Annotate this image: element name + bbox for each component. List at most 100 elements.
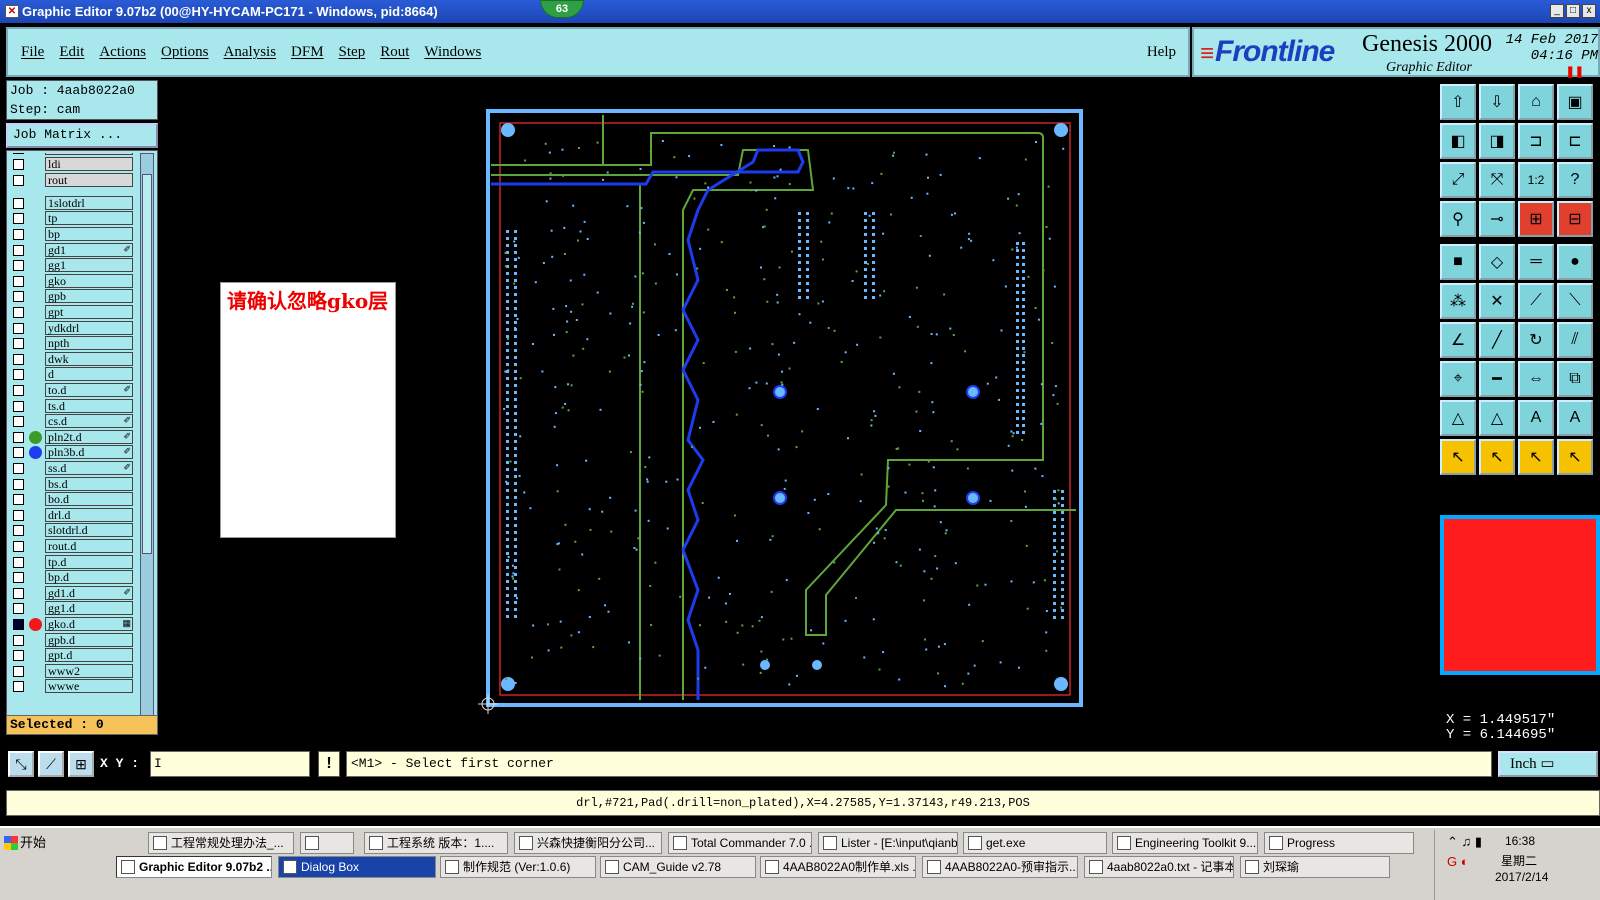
layer-row[interactable]: npth: [9, 336, 135, 351]
layer-row[interactable]: gko: [9, 273, 135, 289]
layer-row[interactable]: bo.d: [9, 492, 135, 507]
layer-checkbox[interactable]: [13, 260, 24, 272]
layer-name[interactable]: slotdrl.d: [45, 523, 133, 538]
menu-file[interactable]: File: [21, 44, 44, 61]
layer-checkbox[interactable]: [13, 322, 24, 334]
layer-checkbox[interactable]: [13, 665, 24, 677]
drag-icon[interactable]: ⌖: [1440, 361, 1476, 397]
layer-preview[interactable]: [1440, 515, 1600, 675]
layer-name[interactable]: rout: [45, 173, 133, 187]
layer-checkbox[interactable]: [13, 416, 24, 428]
layer-row[interactable]: gpb.d: [9, 632, 135, 648]
layer-row[interactable]: pln3b.d ✐: [9, 445, 135, 460]
layer-checkbox[interactable]: [13, 463, 24, 474]
layer-name[interactable]: bs.d: [45, 476, 133, 491]
layer-checkbox[interactable]: [13, 175, 24, 186]
layer-name[interactable]: pln3b.d: [45, 445, 133, 460]
layer-checkbox[interactable]: [13, 153, 24, 154]
layer-name[interactable]: gd1.d: [45, 585, 133, 600]
frame-icon[interactable]: ■: [1440, 244, 1476, 280]
layer-checkbox[interactable]: [13, 159, 24, 170]
net2-icon[interactable]: ⊟: [1557, 201, 1593, 237]
layer-row[interactable]: d: [9, 367, 135, 382]
layer-row[interactable]: ts.d: [9, 398, 135, 414]
layer-name[interactable]: drl: [45, 153, 133, 155]
layer-checkbox[interactable]: [13, 587, 24, 599]
layer-checkbox[interactable]: [13, 525, 24, 537]
menu-windows[interactable]: Windows: [424, 44, 481, 61]
home-icon[interactable]: ⌂: [1518, 84, 1554, 120]
pointer3-icon[interactable]: ↖: [1518, 439, 1554, 475]
taskbar-button[interactable]: 4AAB8022A0制作单.xls ...: [760, 856, 916, 878]
menu-actions[interactable]: Actions: [99, 44, 146, 61]
layer-name[interactable]: tp: [45, 211, 133, 226]
layer-name[interactable]: gpb.d: [45, 632, 133, 647]
taskbar-button[interactable]: Dialog Box: [278, 856, 436, 878]
rotate-icon[interactable]: ↻: [1518, 322, 1554, 358]
layer-row[interactable]: ss.d ✐: [9, 461, 135, 476]
layer-name[interactable]: ts.d: [45, 398, 133, 413]
layer-name[interactable]: bp.d: [45, 570, 133, 585]
ruler-icon[interactable]: ═: [1518, 244, 1554, 280]
layer-checkbox[interactable]: [13, 369, 24, 381]
layer-row[interactable]: gd1 ✐: [9, 242, 135, 258]
taskbar-button[interactable]: 4AAB8022A0-预审指示....: [922, 856, 1078, 878]
layer-row[interactable]: to.d ✐: [9, 383, 135, 398]
taskbar-button[interactable]: [300, 832, 354, 854]
layer-up-icon[interactable]: ⇧: [1440, 84, 1476, 120]
pause-icon[interactable]: ❚❚: [1566, 65, 1584, 78]
layer-name[interactable]: wwwe: [45, 679, 133, 694]
warning-button[interactable]: !: [318, 751, 340, 777]
menu-dfm[interactable]: DFM: [291, 44, 324, 61]
layer-checkbox[interactable]: [13, 213, 24, 225]
xy-input[interactable]: I: [150, 751, 310, 777]
taskbar-button[interactable]: Engineering Toolkit 9....: [1112, 832, 1258, 854]
layer-checkbox[interactable]: [13, 447, 24, 459]
layer-checkbox[interactable]: [13, 650, 24, 662]
align-icon[interactable]: ⇔: [1518, 361, 1554, 397]
minus-icon[interactable]: ━: [1479, 361, 1515, 397]
measure-mode-icon[interactable]: ⟋: [38, 751, 64, 777]
layer-row[interactable]: www2: [9, 663, 135, 679]
layer-row[interactable]: wwwe: [9, 679, 135, 694]
help-icon[interactable]: ?: [1557, 162, 1593, 198]
panel-icon[interactable]: ▣: [1557, 84, 1593, 120]
layer-checkbox[interactable]: [13, 509, 24, 521]
layer-row[interactable]: cs.d ✐: [9, 414, 135, 429]
units-selector[interactable]: Inch ▭: [1498, 751, 1598, 777]
window-title-bar[interactable]: ✕ Graphic Editor 9.07b2 (00@HY-HYCAM-PC1…: [0, 0, 1600, 23]
layer-name[interactable]: gpb: [45, 289, 133, 304]
menu-rout[interactable]: Rout: [380, 44, 409, 61]
layer-row[interactable]: ydkdrl: [9, 320, 135, 336]
layer-checkbox[interactable]: [13, 478, 24, 490]
pointer-icon[interactable]: ↖: [1440, 439, 1476, 475]
maximize-button[interactable]: □: [1566, 4, 1580, 18]
layer-name[interactable]: gg1: [45, 258, 133, 273]
layer-row[interactable]: drl: [9, 153, 135, 156]
fill-icon[interactable]: ●: [1557, 244, 1593, 280]
layer-row[interactable]: gpt: [9, 305, 135, 320]
layer-name[interactable]: gko: [45, 273, 133, 288]
layer-checkbox[interactable]: [13, 244, 24, 256]
layer-color-dot[interactable]: [29, 430, 42, 444]
taskbar-button[interactable]: Graphic Editor 9.07b2 ...: [116, 856, 272, 878]
layer-row[interactable]: drl.d: [9, 507, 135, 523]
taskbar-button[interactable]: 刘琛瑜: [1240, 856, 1390, 878]
net-icon[interactable]: ⊞: [1518, 201, 1554, 237]
taskbar-button[interactable]: 兴森快捷衡阳分公司...: [514, 832, 662, 854]
measure-icon[interactable]: ⚲: [1440, 201, 1476, 237]
split-icon[interactable]: ⫽: [1557, 322, 1593, 358]
layer-name[interactable]: pln2t.d: [45, 429, 133, 444]
triangle2-icon[interactable]: △: [1479, 400, 1515, 436]
layer-name[interactable]: to.d: [45, 383, 133, 397]
layer-checkbox[interactable]: [13, 681, 24, 693]
layer-row[interactable]: tp: [9, 211, 135, 226]
taskbar-button[interactable]: 制作规范 (Ver:1.0.6): [440, 856, 596, 878]
layer-checkbox[interactable]: [13, 338, 24, 350]
layer-name[interactable]: ldi: [45, 157, 133, 171]
layer-name[interactable]: www2: [45, 663, 133, 678]
pointer4-icon[interactable]: ↖: [1557, 439, 1593, 475]
start-button[interactable]: 开始: [2, 832, 62, 854]
tray-icons[interactable]: ⌃ ♫ ▮: [1447, 834, 1482, 850]
layer-row[interactable]: bp.d: [9, 570, 135, 585]
